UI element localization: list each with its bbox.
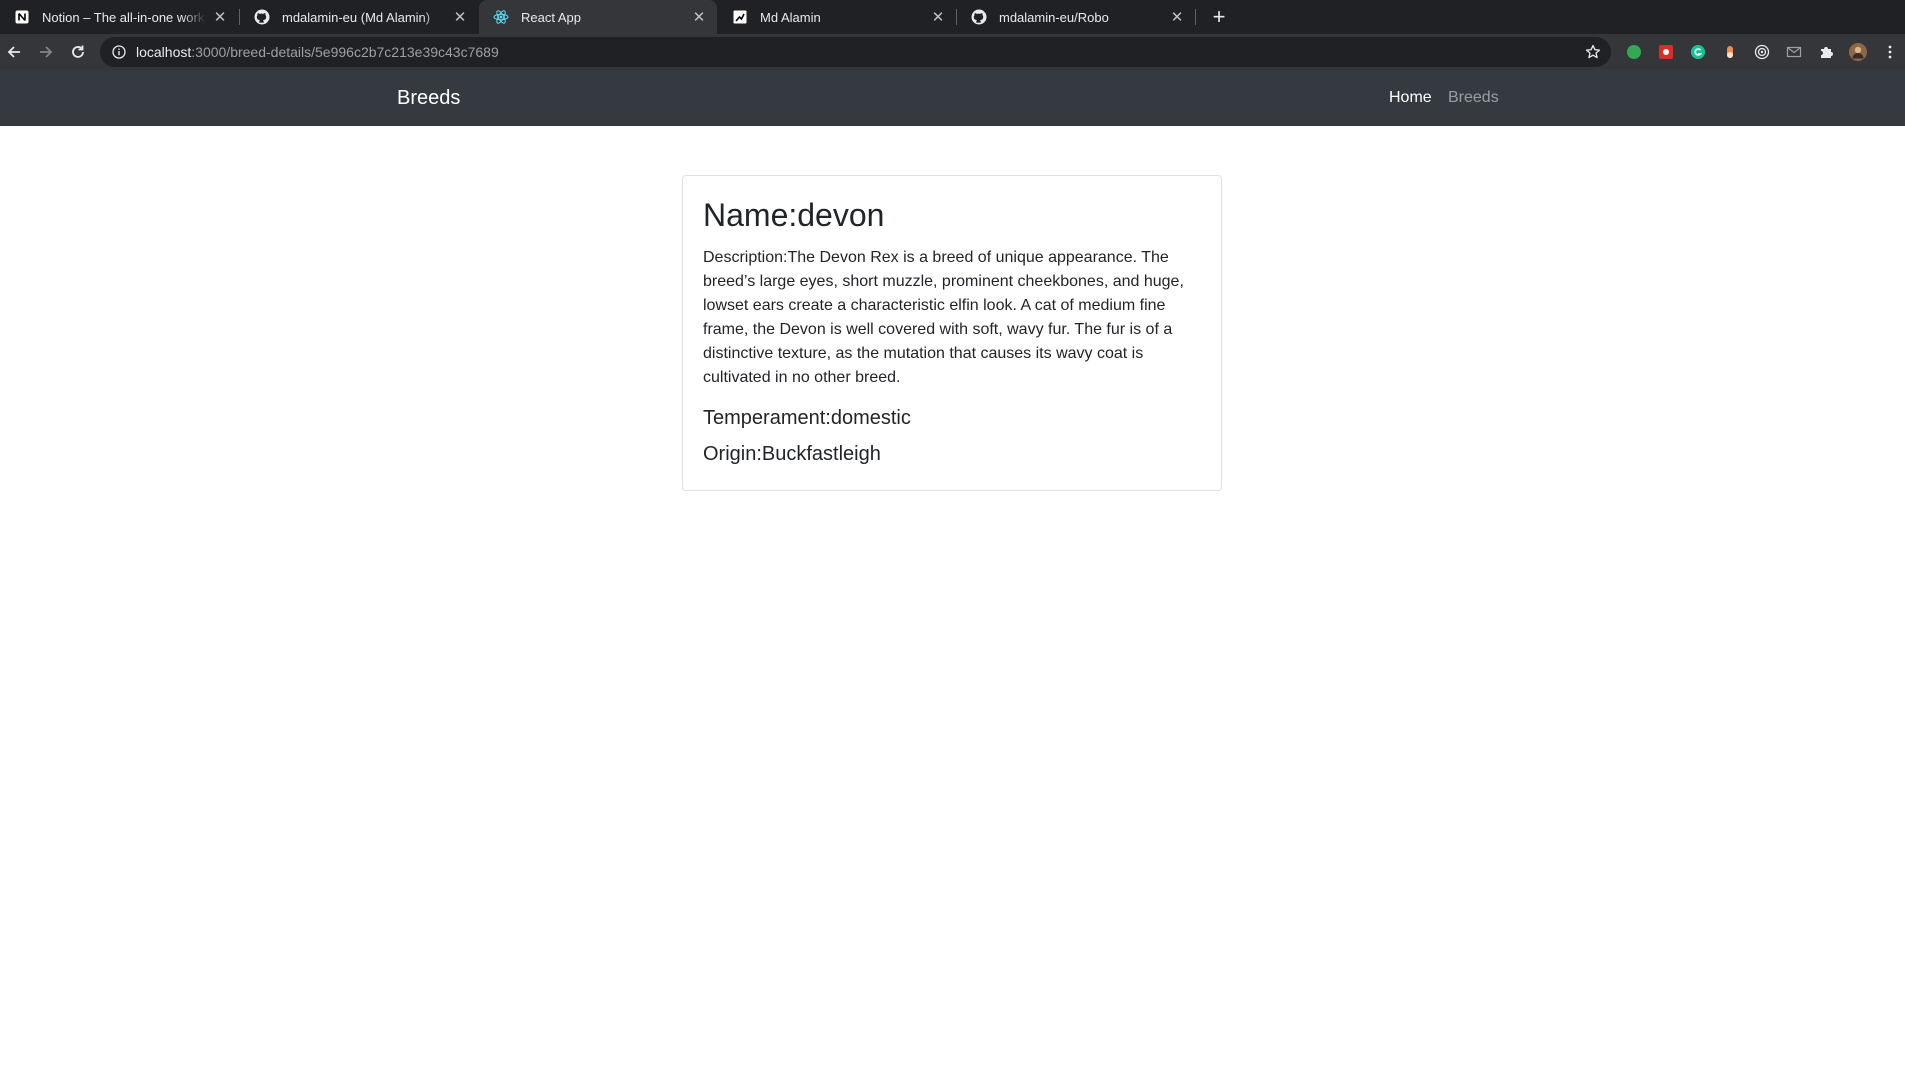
- reload-icon: [72, 45, 84, 58]
- extension-red-icon[interactable]: [1657, 43, 1675, 61]
- url-host: localhost: [136, 44, 192, 60]
- reload-button[interactable]: [64, 38, 92, 66]
- breed-description: Description:The Devon Rex is a breed of …: [703, 249, 1184, 387]
- bookmark-star-icon[interactable]: [1583, 42, 1603, 62]
- tab-react-app[interactable]: React App ✕: [479, 0, 717, 34]
- tab-github-repo[interactable]: mdalamin-eu/Robo ✕: [957, 0, 1195, 34]
- info-icon[interactable]: [111, 44, 127, 60]
- grammarly-icon[interactable]: [1689, 43, 1707, 61]
- breed-name: Name:devon: [703, 197, 885, 233]
- extensions-puzzle-icon[interactable]: [1817, 43, 1835, 61]
- tab-notion[interactable]: Notion – The all-in-one workspace ✕: [0, 0, 238, 34]
- react-icon: [493, 9, 509, 25]
- close-icon[interactable]: ✕: [691, 9, 707, 25]
- tab-github-profile[interactable]: mdalamin-eu (Md Alamin) ✕: [240, 0, 478, 34]
- tab-divider: [1195, 9, 1196, 25]
- breed-detail-card: Name:devon Description:The Devon Rex is …: [682, 175, 1222, 492]
- forward-button[interactable]: [32, 38, 60, 66]
- portfolio-icon: [732, 9, 748, 25]
- app-navbar: Breeds Home Breeds: [0, 70, 1905, 126]
- forward-arrow-icon: [40, 46, 53, 58]
- close-icon[interactable]: ✕: [452, 9, 468, 25]
- extension-orange-icon[interactable]: [1721, 43, 1739, 61]
- github-icon: [254, 9, 270, 25]
- browser-tab-strip: Notion – The all-in-one workspace ✕ mdal…: [0, 0, 1905, 34]
- extension-target-icon[interactable]: [1753, 43, 1771, 61]
- new-tab-button[interactable]: +: [1206, 4, 1232, 30]
- tab-title: mdalamin-eu (Md Alamin): [282, 9, 431, 25]
- profile-avatar-icon[interactable]: [1849, 43, 1867, 61]
- tab-md-alamin[interactable]: Md Alamin ✕: [718, 0, 956, 34]
- browser-toolbar: localhost:3000/breed-details/5e996c2b7c2…: [0, 34, 1905, 70]
- nav-link-home[interactable]: Home: [1389, 70, 1432, 126]
- close-icon[interactable]: ✕: [930, 9, 946, 25]
- tab-title: Md Alamin: [760, 9, 821, 25]
- mail-icon[interactable]: [1785, 43, 1803, 61]
- tab-title: mdalamin-eu/Robo: [999, 9, 1109, 25]
- tab-title: React App: [521, 9, 581, 25]
- close-icon[interactable]: ✕: [1169, 9, 1185, 25]
- extension-green-icon[interactable]: [1625, 43, 1643, 61]
- browser-menu-icon[interactable]: [1881, 43, 1899, 61]
- back-button[interactable]: [0, 38, 28, 66]
- breed-temperament: Temperament:domestic: [703, 407, 911, 430]
- close-icon[interactable]: ✕: [212, 9, 228, 25]
- notion-icon: [14, 9, 30, 25]
- navbar-brand[interactable]: Breeds: [397, 70, 460, 126]
- url-text: localhost:3000/breed-details/5e996c2b7c2…: [136, 44, 499, 60]
- breed-origin: Origin:Buckfastleigh: [703, 443, 881, 466]
- url-path: :3000/breed-details/5e996c2b7c213e39c43c…: [191, 44, 499, 60]
- tab-title: Notion – The all-in-one workspace: [42, 9, 206, 25]
- back-arrow-icon: [7, 46, 20, 58]
- nav-link-breeds[interactable]: Breeds: [1448, 70, 1499, 126]
- github-icon: [971, 9, 987, 25]
- address-bar[interactable]: localhost:3000/breed-details/5e996c2b7c2…: [100, 37, 1611, 67]
